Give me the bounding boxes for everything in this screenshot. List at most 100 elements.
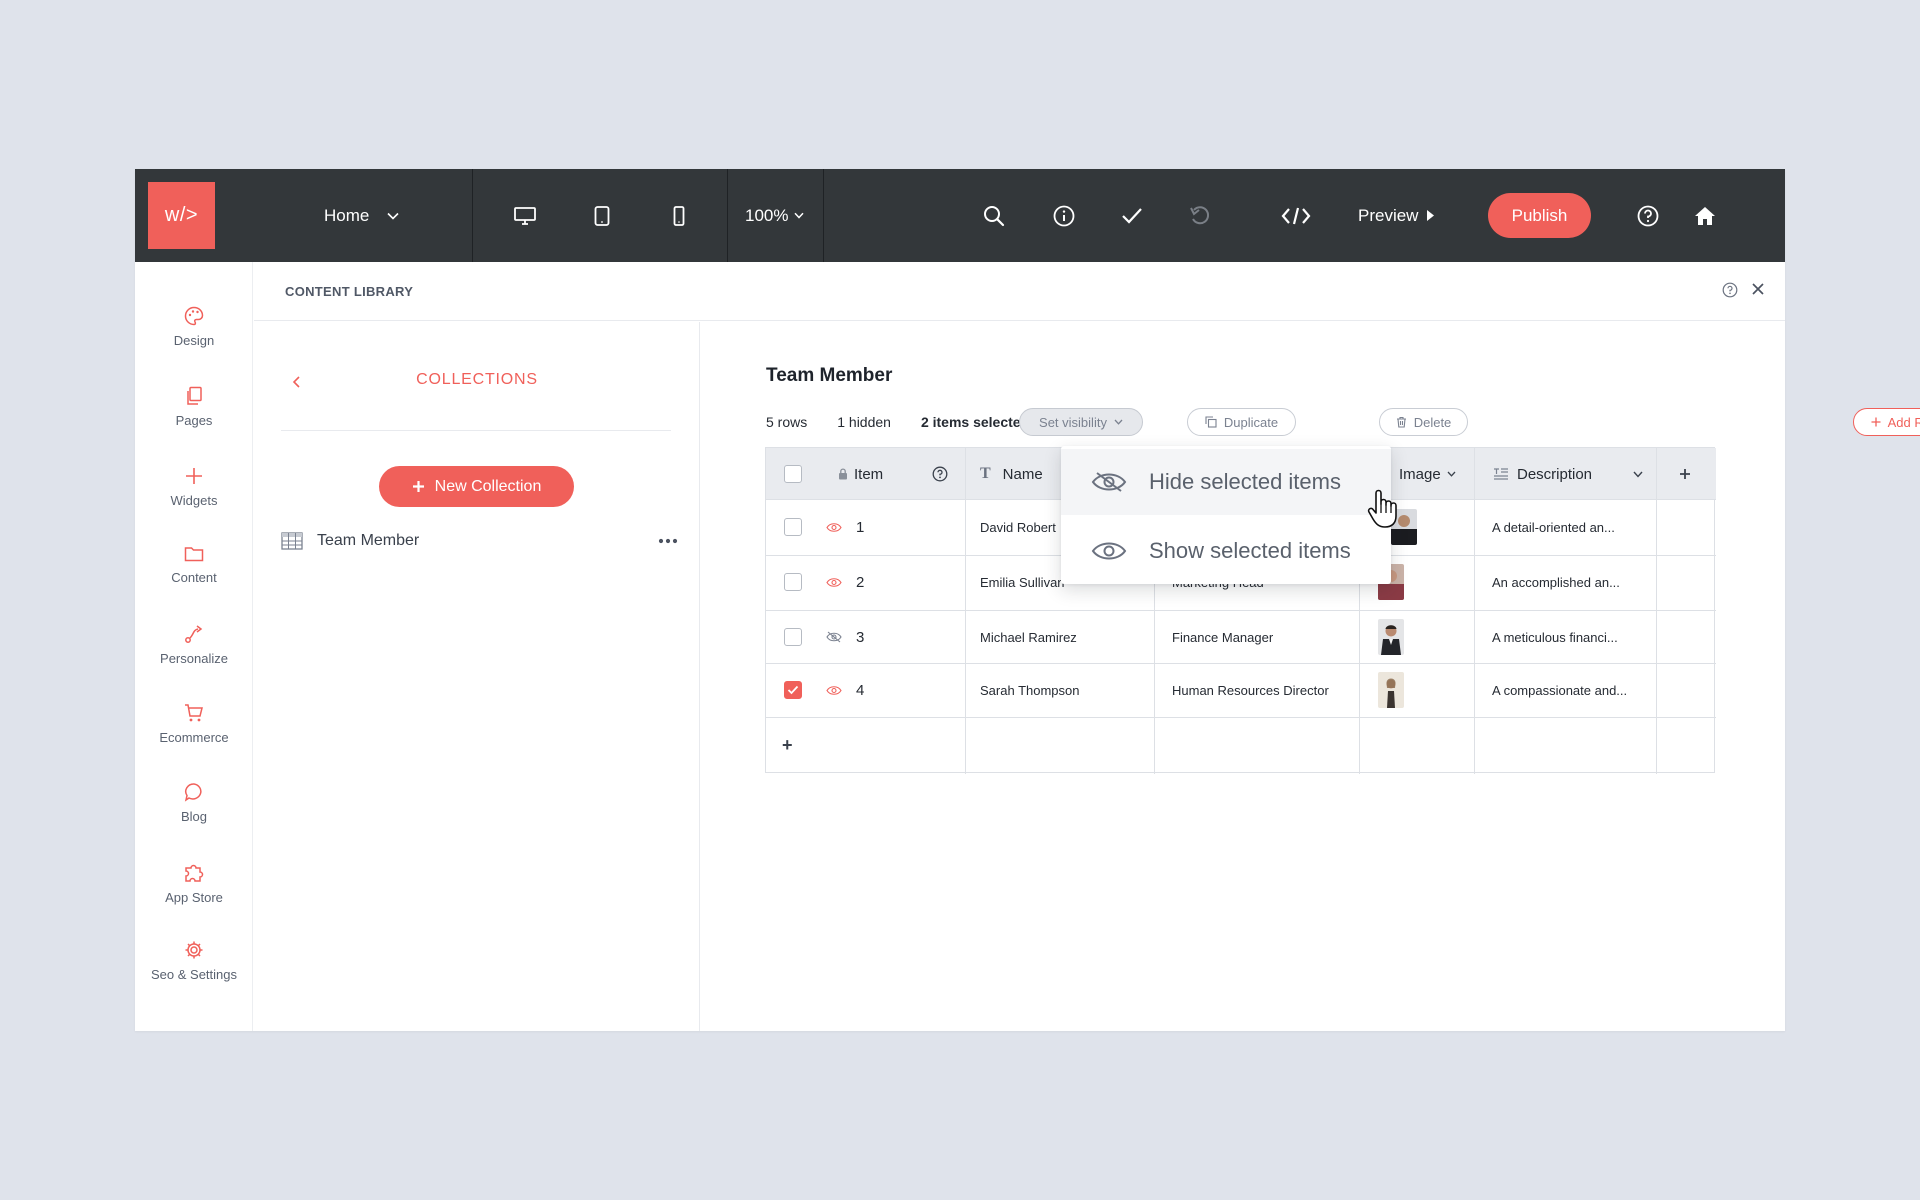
mobile-view-button[interactable] (659, 169, 699, 262)
table-title: Team Member (766, 365, 893, 386)
duplicate-button[interactable]: Duplicate (1187, 408, 1296, 436)
sidebar-item-ecommerce[interactable]: Ecommerce (135, 703, 253, 763)
table-icon (281, 532, 303, 550)
help-icon[interactable] (1722, 282, 1738, 298)
name-cell[interactable]: Sarah Thompson (980, 663, 1080, 717)
publish-button[interactable]: Publish (1488, 193, 1591, 238)
sidebar-item-label: Seo & Settings (151, 967, 237, 982)
home-button[interactable] (1685, 169, 1725, 262)
column-header-item[interactable]: Item (838, 448, 883, 500)
add-row-label: Add Row (1887, 414, 1920, 430)
name-cell[interactable]: David Robert (980, 500, 1056, 554)
image-cell[interactable] (1378, 663, 1404, 717)
preview-button[interactable]: Preview (1358, 169, 1435, 262)
chevron-down-icon (1447, 471, 1456, 477)
row-checkbox[interactable] (784, 628, 802, 646)
column-header-image[interactable]: Image (1399, 448, 1456, 500)
eye-icon (826, 577, 842, 587)
add-column-icon[interactable] (1679, 468, 1691, 480)
chevron-down-icon[interactable] (1633, 471, 1643, 478)
row-checkbox[interactable] (784, 573, 802, 591)
add-row-cell[interactable]: + (782, 718, 793, 772)
duplicate-label: Duplicate (1223, 414, 1279, 430)
visibility-toggle[interactable] (826, 500, 842, 554)
select-all-checkbox[interactable] (784, 465, 802, 483)
undo-button[interactable] (1180, 169, 1220, 262)
eye-icon (826, 685, 842, 695)
plus-icon (186, 468, 202, 484)
column-label: Name (1002, 465, 1043, 483)
role-cell[interactable]: Finance Manager (1172, 610, 1273, 664)
menu-item-show-selected[interactable]: Show selected items (1061, 518, 1391, 584)
sidebar-item-seo-settings[interactable]: Seo & Settings (135, 940, 253, 1000)
info-icon (1053, 205, 1075, 226)
folder-icon (184, 547, 204, 562)
add-row-button[interactable]: Add Row (1853, 408, 1920, 436)
page-selector-label: Home (324, 205, 370, 225)
sidebar-item-content[interactable]: Content (135, 545, 253, 605)
panel-title: CONTENT LIBRARY (285, 284, 414, 299)
close-icon[interactable] (1749, 280, 1767, 298)
check-icon (787, 685, 799, 695)
help-icon[interactable] (932, 466, 948, 482)
name-cell[interactable]: Michael Ramirez (980, 610, 1077, 664)
sidebar-item-widgets[interactable]: Widgets (135, 466, 253, 526)
column-label: Item (854, 465, 884, 483)
collection-name: Team Member (317, 532, 420, 549)
person-thumbnail (1378, 672, 1404, 708)
description-cell[interactable]: A detail-oriented an... (1492, 500, 1615, 554)
set-visibility-button[interactable]: Set visibility (1019, 408, 1143, 436)
toolbar-divider (472, 169, 473, 262)
menu-item-label: Hide selected items (1149, 469, 1341, 494)
column-label: Image (1399, 465, 1441, 483)
help-button[interactable] (1628, 169, 1668, 262)
code-button[interactable] (1276, 169, 1316, 262)
name-cell[interactable]: Emilia Sullivan (980, 555, 1065, 609)
sidebar-item-personalize[interactable]: Personalize (135, 624, 253, 684)
lock-icon (839, 468, 847, 480)
tablet-view-button[interactable] (582, 169, 622, 262)
search-button[interactable] (974, 169, 1014, 262)
play-icon (1427, 210, 1435, 221)
role-cell[interactable]: Human Resources Director (1172, 663, 1329, 717)
item-number: 3 (856, 628, 865, 646)
check-button[interactable] (1112, 169, 1152, 262)
sidebar-item-app-store[interactable]: App Store (135, 861, 253, 921)
description-cell[interactable]: A meticulous financi... (1492, 610, 1618, 664)
row-checkbox[interactable] (784, 681, 802, 699)
select-all-cell (784, 448, 802, 500)
column-header-description[interactable]: Description (1493, 448, 1592, 500)
menu-item-hide-selected[interactable]: Hide selected items (1061, 449, 1391, 515)
sidebar-item-design[interactable]: Design (135, 306, 253, 366)
zoom-level: 100% (745, 205, 789, 225)
add-row-plus: + (782, 734, 793, 755)
image-cell[interactable] (1378, 610, 1404, 664)
zoom-selector[interactable]: 100% (745, 169, 805, 262)
description-cell[interactable]: A compassionate and... (1492, 663, 1627, 717)
row-checkbox[interactable] (784, 518, 802, 536)
app-window: w/> Home 100% Preview Publish Design Pag… (135, 169, 1920, 1031)
sidebar-item-label: Personalize (160, 651, 228, 666)
logo[interactable]: w/> (148, 182, 215, 249)
desktop-icon (514, 206, 536, 225)
new-collection-button[interactable]: New Collection (379, 466, 574, 507)
visibility-toggle[interactable] (826, 663, 842, 717)
collection-table-area: Team Member 5 rows 1 hidden 2 items sele… (701, 322, 1920, 1031)
collection-item[interactable]: Team Member (281, 525, 681, 557)
desktop-view-button[interactable] (505, 169, 545, 262)
sidebar-item-blog[interactable]: Blog (135, 782, 253, 842)
toolbar-divider (823, 169, 824, 262)
visibility-toggle[interactable] (826, 555, 842, 609)
description-cell[interactable]: An accomplished an... (1492, 555, 1620, 609)
chevron-down-icon (1114, 419, 1123, 425)
more-options-button[interactable] (655, 531, 681, 551)
sidebar-item-label: Design (173, 333, 215, 348)
page-selector[interactable]: Home (324, 169, 399, 262)
visibility-toggle[interactable] (826, 610, 842, 664)
info-button[interactable] (1044, 169, 1084, 262)
row-checkbox-cell (784, 555, 802, 609)
column-header-name[interactable]: T Name (980, 448, 1043, 500)
delete-button[interactable]: Delete (1379, 408, 1468, 436)
paragraph-icon (1494, 468, 1508, 480)
sidebar-item-pages[interactable]: Pages (135, 386, 253, 446)
